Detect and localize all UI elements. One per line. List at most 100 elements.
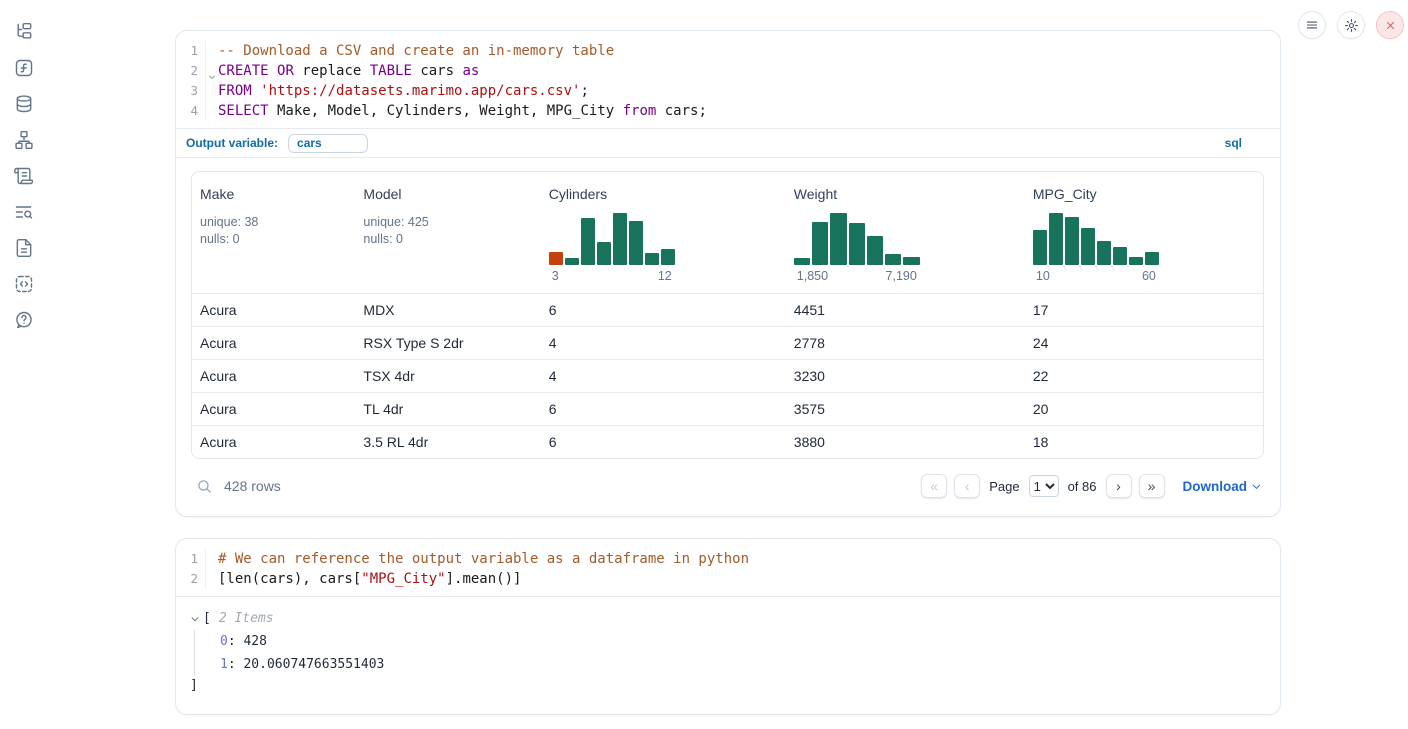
column-name: Make [200,186,347,202]
json-entry-key: 1 [220,657,228,672]
table-cell: TL 4dr [355,401,540,417]
sidebar-item-run-functions[interactable] [13,58,35,78]
histogram-axis-labels: 1,8507,190 [794,269,920,283]
table-cell: 4451 [786,302,1025,318]
search-icon [196,478,213,495]
settings-button[interactable] [1337,11,1365,39]
list-search-icon [14,202,34,222]
python-code-editor[interactable]: 1# We can reference the output variable … [176,539,1280,596]
sql-code-editor[interactable]: 1-- Download a CSV and create an in-memo… [176,31,1280,128]
file-text-icon [14,238,34,258]
histogram-bar [794,258,810,265]
table-cell: 17 [1025,302,1263,318]
table-cell: 6 [541,434,786,450]
database-icon [14,94,34,114]
shutdown-button[interactable] [1376,11,1404,39]
search-button[interactable] [193,475,215,497]
table-cell: 4 [541,335,786,351]
table-row[interactable]: AcuraMDX6445117 [192,293,1263,326]
help-circle-icon [14,310,34,330]
code-snippet-icon [14,274,34,294]
file-tree-icon [14,22,34,42]
histogram-bar [1129,257,1143,265]
code-line: 1# We can reference the output variable … [176,549,1280,569]
menu-button[interactable] [1298,11,1326,39]
scroll-icon [14,166,34,186]
sidebar-item-logs[interactable] [13,166,35,186]
fold-chevron-icon[interactable] [208,67,216,87]
sidebar-item-dependency-graph[interactable] [13,130,35,150]
code-text: [len(cars), cars["MPG_City"].mean()] [206,569,521,589]
column-histogram[interactable]: 10 60 [1033,211,1159,283]
download-label: Download [1183,479,1248,494]
code-text: # We can reference the output variable a… [206,549,749,569]
column-histogram[interactable]: 312 [549,211,675,283]
table-cell: 2778 [786,335,1025,351]
collapse-toggle[interactable] [190,614,200,624]
python-cell: 1# We can reference the output variable … [175,538,1281,715]
network-icon [14,130,34,150]
code-line: 4SELECT Make, Model, Cylinders, Weight, … [176,101,1280,121]
chevron-down-icon [190,614,200,624]
prev-page-button[interactable]: ‹ [954,474,980,498]
table-cell: TSX 4dr [355,368,540,384]
output-variable-input[interactable] [288,134,368,153]
histogram-bar [849,223,865,265]
function-square-icon [14,58,34,78]
table-cell: 4 [541,368,786,384]
json-entry: 0: 428 [195,630,1264,653]
sidebar-item-file-explorer[interactable] [13,22,35,42]
table-cell: Acura [192,368,355,384]
table-cell: RSX Type S 2dr [355,335,540,351]
sidebar-item-scratchpad[interactable] [13,202,35,222]
column-header-mpg_city: MPG_City1060 [1025,186,1263,283]
histogram-max-label: 12 [658,269,672,283]
line-number: 1 [176,549,206,569]
json-entry-key: 0 [220,634,228,649]
sidebar-item-documentation[interactable] [13,238,35,258]
histogram-bar [867,236,883,265]
histogram-max-label: 60 [1142,269,1156,283]
json-items-count: 2 Items [219,611,274,626]
column-histogram[interactable]: 1,8507,190 [794,211,920,283]
table-cell: 3.5 RL 4dr [355,434,540,450]
histogram-bar [1081,228,1095,265]
pagination: « ‹ Page 1 of 86 › » [921,474,1164,498]
table-row[interactable]: Acura3.5 RL 4dr6388018 [192,425,1263,458]
download-button[interactable]: Download [1183,479,1263,494]
histogram-bar [629,221,643,265]
next-page-icon: › [1116,478,1121,494]
first-page-button[interactable]: « [921,474,947,498]
histogram-bar [597,242,611,265]
histogram-bar [645,253,659,265]
last-page-button[interactable]: » [1139,474,1165,498]
line-number: 4 [176,101,206,121]
sidebar [0,0,48,729]
table-row[interactable]: AcuraRSX Type S 2dr4277824 [192,326,1263,359]
histogram-bar [565,258,579,265]
page-select[interactable]: 1 [1029,475,1059,497]
histogram-min-label: 10 [1036,269,1050,283]
histogram-axis-labels: 10 60 [1033,269,1159,283]
next-page-button[interactable]: › [1106,474,1132,498]
code-text: FROM 'https://datasets.marimo.app/cars.c… [206,81,589,101]
sidebar-item-snippets[interactable] [13,274,35,294]
data-table: Makeunique: 38nulls: 0Modelunique: 425nu… [191,171,1264,459]
histogram-bar [1097,241,1111,265]
last-page-icon: » [1148,478,1156,494]
histogram-bar [1033,230,1047,265]
histogram-bar [812,222,828,265]
histogram-bar [581,218,595,265]
line-number: 2 [176,61,206,81]
page-total-label: of 86 [1068,479,1097,494]
table-row[interactable]: AcuraTSX 4dr4323022 [192,359,1263,392]
table-cell: 22 [1025,368,1263,384]
table-footer: 428 rows « ‹ Page 1 of 86 › » Download [191,468,1264,504]
table-cell: Acura [192,434,355,450]
table-row[interactable]: AcuraTL 4dr6357520 [192,392,1263,425]
sidebar-item-datasets[interactable] [13,94,35,114]
table-cell: Acura [192,302,355,318]
sidebar-item-help[interactable] [13,310,35,330]
histogram-bars [1033,211,1159,265]
json-tree-root: [ 2 Items [190,611,1264,626]
